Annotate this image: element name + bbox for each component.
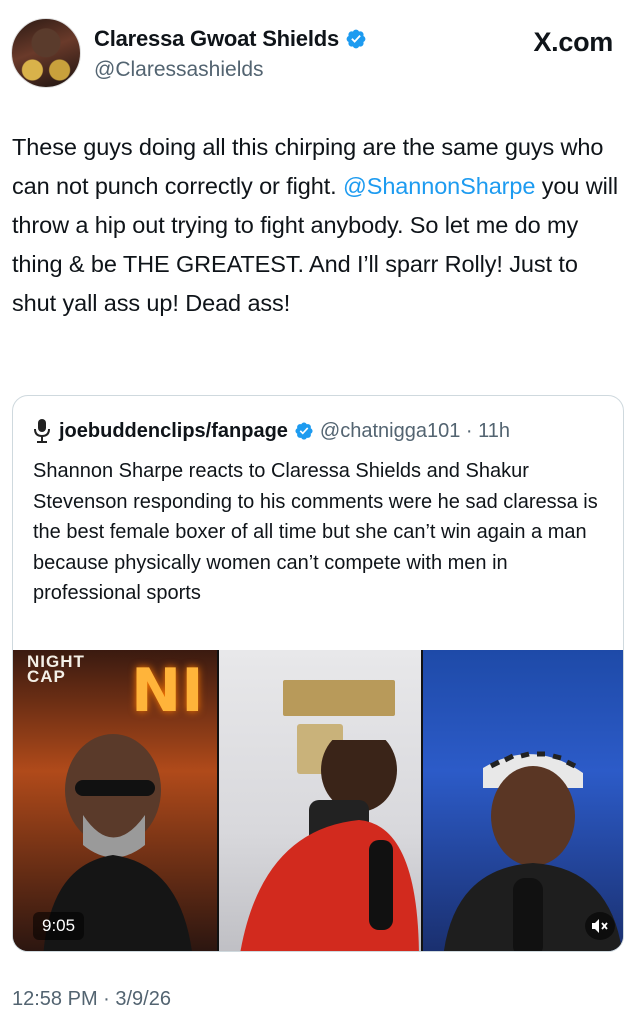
wall-sign [283, 680, 395, 716]
video-player[interactable]: NIGHT CAP NI 9:05 [13, 650, 623, 951]
video-duration: 9:05 [33, 912, 85, 940]
quoted-handle-time[interactable]: @chatnigga101 · 11h [320, 420, 510, 443]
mention-link[interactable]: @ShannonSharpe [343, 173, 535, 199]
quoted-tweet-header: joebuddenclips/fanpage @chatnigga101 · 1… [31, 418, 510, 444]
video-panel-left: NIGHT CAP NI [13, 650, 217, 951]
author-handle[interactable]: @Claressashields [94, 58, 264, 82]
video-panel-center [219, 650, 421, 951]
author-display-name[interactable]: Claressa Gwoat Shields [94, 26, 339, 52]
quoted-tweet-card[interactable]: joebuddenclips/fanpage @chatnigga101 · 1… [12, 395, 624, 952]
author-avatar[interactable] [11, 18, 81, 88]
guest-figure [240, 740, 419, 951]
video-panel-right [423, 650, 623, 951]
author-name-row: Claressa Gwoat Shields [94, 26, 367, 52]
show-logo: NIGHT CAP [27, 652, 85, 686]
mute-button[interactable] [585, 912, 615, 940]
x-com-logo: X.com [533, 27, 613, 57]
verified-badge-icon [295, 422, 313, 440]
tweet-header: Claressa Gwoat Shields @Claressashields … [0, 0, 635, 110]
tweet-timestamp[interactable]: 12:58 PM · 3/9/26 [12, 988, 171, 1011]
tweet-screenshot: Claressa Gwoat Shields @Claressashields … [0, 0, 635, 1024]
verified-badge-icon [346, 29, 366, 49]
quoted-display-name[interactable]: joebuddenclips/fanpage [59, 420, 288, 443]
mute-icon [592, 919, 608, 933]
tweet-text: These guys doing all this chirping are t… [12, 128, 624, 323]
quoted-tweet-text: Shannon Sharpe reacts to Claressa Shield… [33, 460, 598, 604]
microphone-icon [34, 419, 50, 443]
